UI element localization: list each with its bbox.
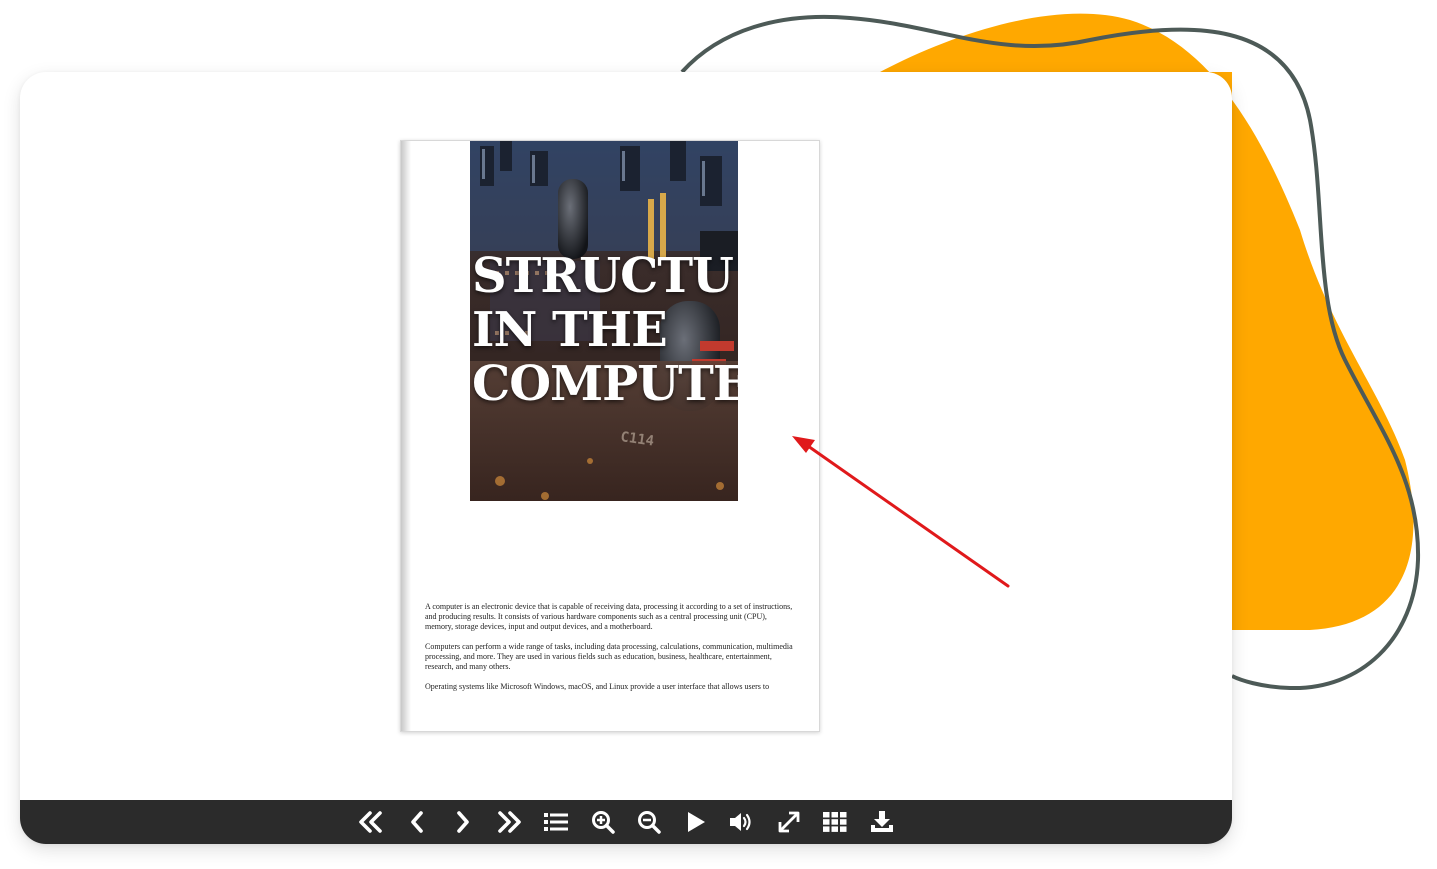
annotation-arrow — [792, 436, 1010, 588]
screenshot-stage: C114 STRUCTU IN THE COMPUTE A computer i… — [0, 0, 1437, 869]
